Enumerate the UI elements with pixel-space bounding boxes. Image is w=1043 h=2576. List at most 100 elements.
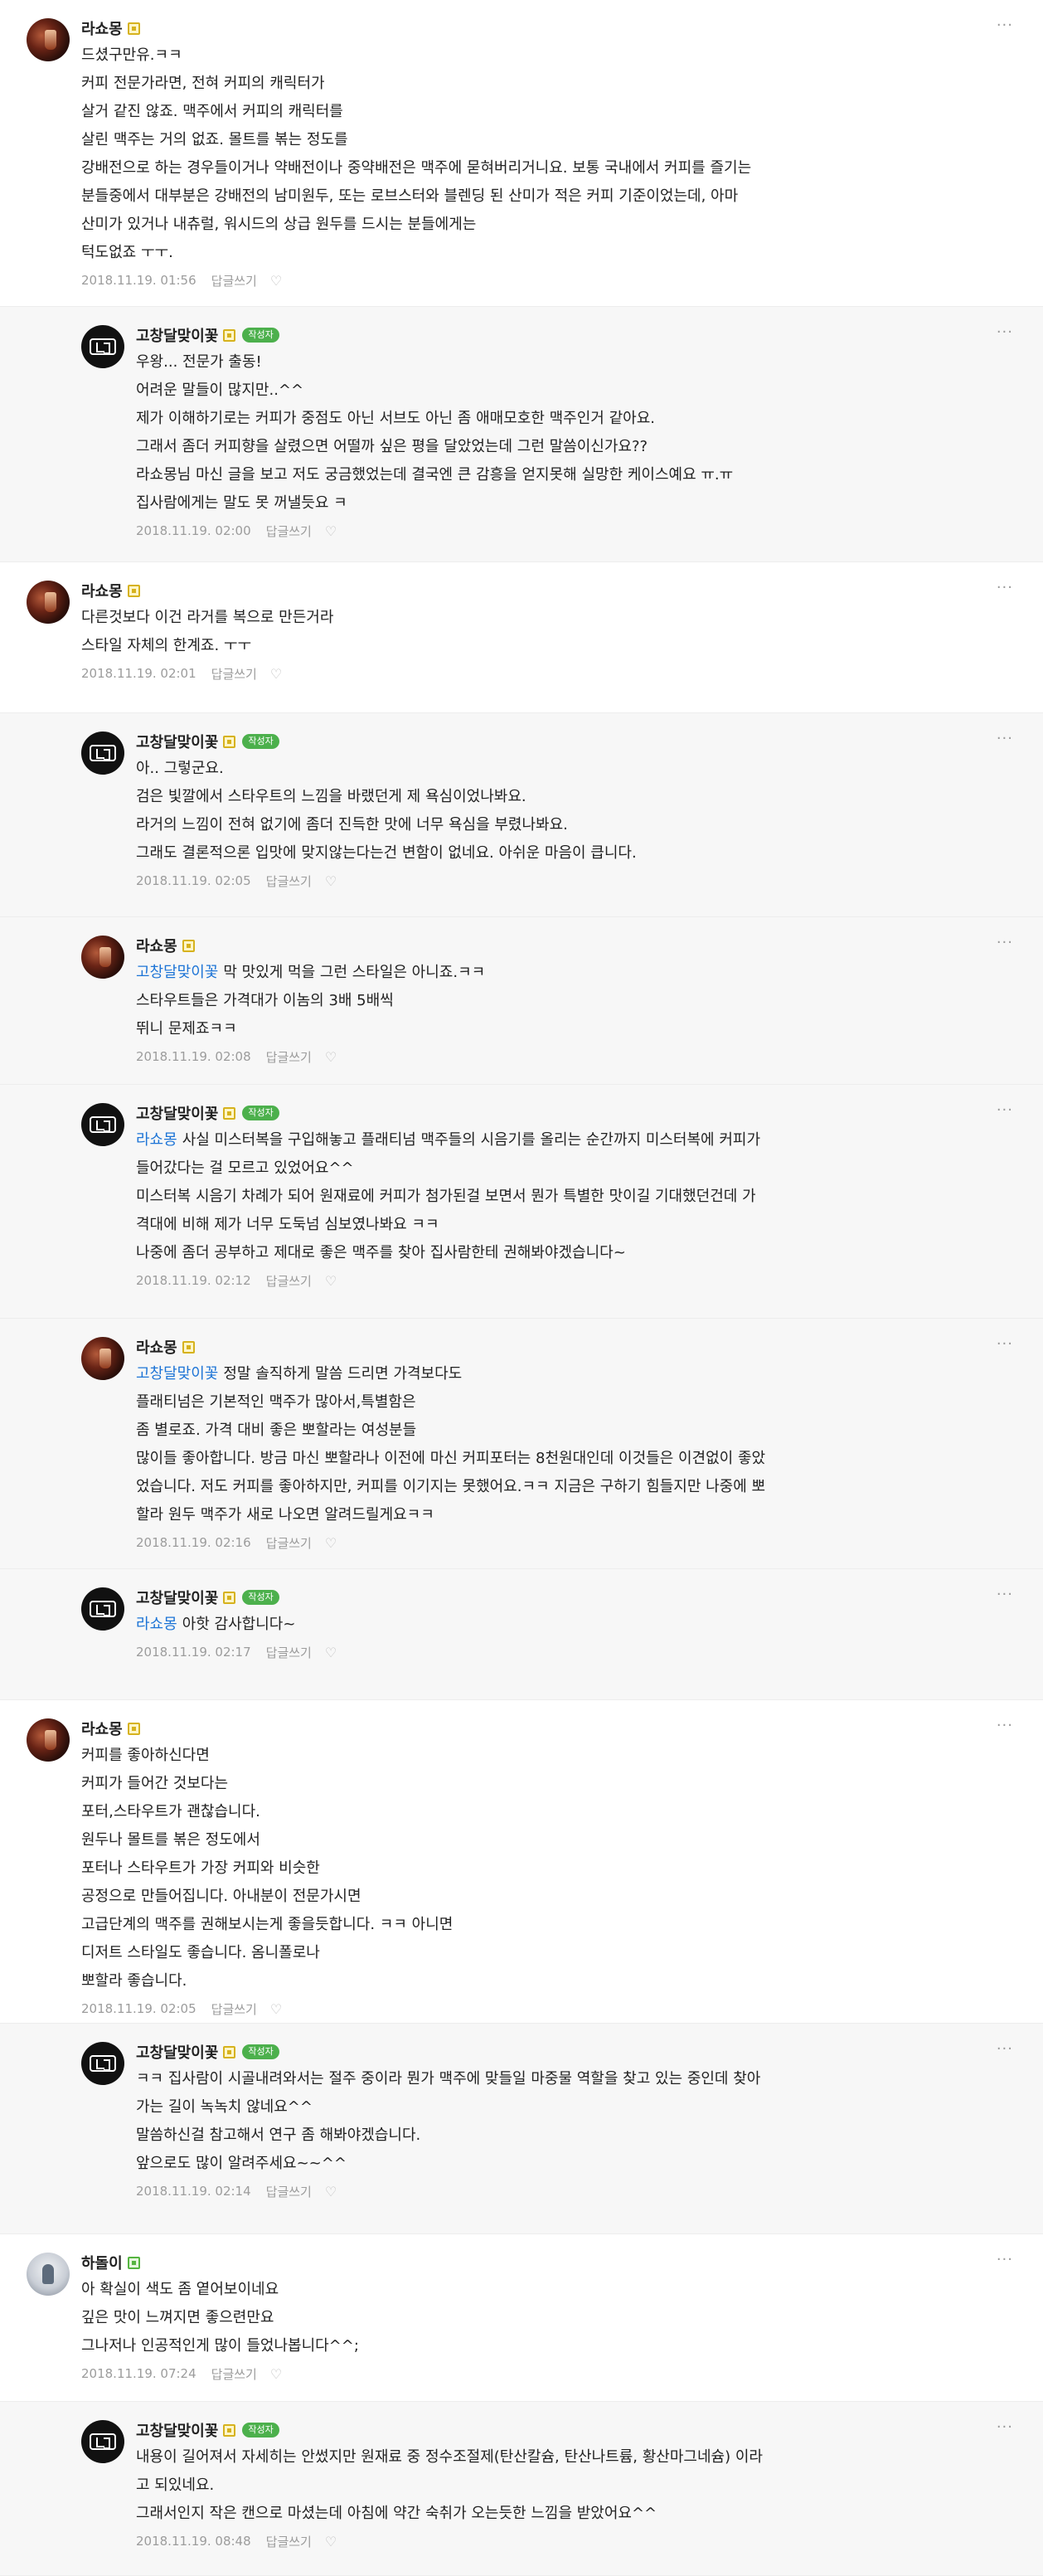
comment-line-text: 정말 솔직하게 말씀 드리면 가격보다도 xyxy=(223,1365,463,1383)
nickname[interactable]: 고창달맞이꽃 xyxy=(136,731,218,752)
level-icon xyxy=(223,2423,236,2437)
comment-line: 커피 전문가라면, 전혀 커피의 캐릭터가 xyxy=(81,70,751,98)
comment-line-text: 커피를 좋아하신다면 xyxy=(81,1747,210,1764)
reply-button[interactable]: 답글쓰기 xyxy=(211,2000,257,2018)
avatar-logo xyxy=(90,745,116,761)
mention-link[interactable]: 라쇼몽 xyxy=(136,1616,177,1633)
avatar[interactable] xyxy=(81,936,124,979)
avatar[interactable] xyxy=(27,581,70,624)
more-options-icon[interactable]: ··· xyxy=(997,1717,1013,1734)
reply-button[interactable]: 답글쓰기 xyxy=(211,272,257,289)
avatar[interactable] xyxy=(81,2420,124,2463)
comment-text: 고창달맞이꽃 정말 솔직하게 말씀 드리면 가격보다도 플래티넘은 기본적인 맥주가… xyxy=(136,1360,765,1529)
mention-link[interactable]: 라쇼몽 xyxy=(136,1131,177,1149)
nickname[interactable]: 고창달맞이꽃 xyxy=(136,1587,218,1608)
comment-line-text: 그나저나 인공적인게 많이 들었나봅니다^^; xyxy=(81,2337,359,2355)
nickname[interactable]: 고창달맞이꽃 xyxy=(136,2419,218,2441)
nickname[interactable]: 라쇼몽 xyxy=(81,1718,123,1739)
more-options-icon[interactable]: ··· xyxy=(997,2040,1013,2058)
reply-button[interactable]: 답글쓰기 xyxy=(266,872,312,890)
like-heart-icon[interactable]: ♡ xyxy=(325,523,337,539)
mention-link[interactable]: 고창달맞이꽃 xyxy=(136,964,218,981)
nickname[interactable]: 라쇼몽 xyxy=(81,580,123,601)
avatar[interactable] xyxy=(81,2042,124,2085)
level-icon xyxy=(182,1340,195,1354)
comment-line-text: 좀 별로죠. 가격 대비 좋은 뽀할라는 여성분들 xyxy=(136,1422,417,1439)
more-options-icon[interactable]: ··· xyxy=(997,579,1013,596)
avatar-logo xyxy=(90,1116,116,1133)
level-icon xyxy=(182,939,195,952)
comment-line-text: 사실 미스터복을 구입해놓고 플래티넘 맥주들의 시음기를 올리는 순간까지 미… xyxy=(182,1131,761,1149)
nickname[interactable]: 라쇼몽 xyxy=(136,935,177,956)
avatar[interactable] xyxy=(81,1587,124,1631)
avatar[interactable] xyxy=(81,325,124,368)
more-options-icon[interactable]: ··· xyxy=(997,1101,1013,1119)
nickname[interactable]: 라쇼몽 xyxy=(136,1336,177,1358)
mention-link[interactable]: 고창달맞이꽃 xyxy=(136,1365,218,1383)
like-heart-icon[interactable]: ♡ xyxy=(325,2184,337,2199)
comment-line: 그래서인지 작은 캔으로 마셨는데 아침에 약간 숙취가 오는듯한 느낌을 받았… xyxy=(136,2500,763,2528)
comment-header: 라쇼몽 xyxy=(81,581,140,600)
more-options-icon[interactable]: ··· xyxy=(997,2418,1013,2436)
more-options-icon[interactable]: ··· xyxy=(997,1586,1013,1603)
like-heart-icon[interactable]: ♡ xyxy=(325,1049,337,1065)
comment-line: 격대에 비해 제가 너무 도둑넘 심보였나봐요 ㅋㅋ xyxy=(136,1211,760,1239)
comment-meta: 2018.11.19. 02:05 답글쓰기 ♡ xyxy=(81,2000,282,2017)
more-options-icon[interactable]: ··· xyxy=(997,17,1013,34)
avatar[interactable] xyxy=(81,1103,124,1146)
more-options-icon[interactable]: ··· xyxy=(997,730,1013,747)
comment-text: 아 확실이 색도 좀 옅어보이네요 깊은 맛이 느껴지면 좋으련만요 그나저나 인공… xyxy=(81,2276,359,2360)
reply-button[interactable]: 답글쓰기 xyxy=(266,1048,312,1066)
comment-line-text: 었습니다. 저도 커피를 좋아하지만, 커피를 이기지는 못했어요.ㅋㅋ 지금은… xyxy=(136,1478,766,1495)
like-heart-icon[interactable]: ♡ xyxy=(325,873,337,889)
reply-button[interactable]: 답글쓰기 xyxy=(266,1534,312,1552)
comment-line: 내용이 길어져서 자세히는 안썼지만 원재료 중 정수조절제(탄산칼슘, 탄산나… xyxy=(136,2443,763,2472)
avatar[interactable] xyxy=(27,18,70,61)
comment-item: 라쇼몽 ··· 고창달맞이꽃 정말 솔직하게 말씀 드리면 가격보다도 플래티넘은 기본… xyxy=(0,1319,1043,1569)
avatar-logo xyxy=(90,338,116,355)
reply-button[interactable]: 답글쓰기 xyxy=(266,1272,312,1290)
avatar[interactable] xyxy=(81,1337,124,1380)
comment-line-text: 말씀하신걸 참고해서 연구 좀 해봐야겠습니다. xyxy=(136,2126,421,2144)
comment-line: 커피를 좋아하신다면 xyxy=(81,1742,453,1770)
avatar[interactable] xyxy=(27,2253,70,2296)
like-heart-icon[interactable]: ♡ xyxy=(325,1535,337,1551)
comment-line: 그래도 결론적으론 입맛에 맞지않는다는건 변함이 없네요. 아쉬운 마음이 큽… xyxy=(136,839,637,868)
like-heart-icon[interactable]: ♡ xyxy=(325,1645,337,1660)
nickname[interactable]: 고창달맞이꽃 xyxy=(136,1102,218,1124)
reply-button[interactable]: 답글쓰기 xyxy=(266,2533,312,2550)
comment-meta: 2018.11.19. 02:12 답글쓰기 ♡ xyxy=(136,1272,337,1289)
nickname[interactable]: 하돌이 xyxy=(81,2252,123,2273)
nickname[interactable]: 라쇼몽 xyxy=(81,17,123,39)
more-options-icon[interactable]: ··· xyxy=(997,323,1013,341)
author-badge: 작성자 xyxy=(242,2044,279,2059)
reply-button[interactable]: 답글쓰기 xyxy=(211,665,257,683)
nickname[interactable]: 고창달맞이꽃 xyxy=(136,2041,218,2063)
like-heart-icon[interactable]: ♡ xyxy=(270,2001,282,2017)
like-heart-icon[interactable]: ♡ xyxy=(325,1273,337,1289)
avatar-image xyxy=(99,947,111,967)
comment-header: 라쇼몽 xyxy=(136,936,195,955)
comment-line: 원두나 몰트를 볶은 정도에서 xyxy=(81,1826,453,1854)
avatar[interactable] xyxy=(27,1718,70,1762)
comment-line: 스타일 자체의 한계죠. ㅜㅜ xyxy=(81,632,333,660)
reply-button[interactable]: 답글쓰기 xyxy=(266,2183,312,2200)
avatar[interactable] xyxy=(81,731,124,775)
comment-line: 고급단계의 맥주를 권해보시는게 좋을듯합니다. ㅋㅋ 아니면 xyxy=(81,1911,453,1939)
nickname[interactable]: 고창달맞이꽃 xyxy=(136,324,218,346)
reply-button[interactable]: 답글쓰기 xyxy=(266,522,312,540)
like-heart-icon[interactable]: ♡ xyxy=(325,2534,337,2549)
like-heart-icon[interactable]: ♡ xyxy=(270,2366,282,2382)
comment-line: 좀 별로죠. 가격 대비 좋은 뽀할라는 여성분들 xyxy=(136,1417,765,1445)
reply-button[interactable]: 답글쓰기 xyxy=(266,1644,312,1661)
more-options-icon[interactable]: ··· xyxy=(997,1335,1013,1353)
comment-header: 고창달맞이꽃 작성자 xyxy=(136,325,279,345)
like-heart-icon[interactable]: ♡ xyxy=(270,666,282,682)
more-options-icon[interactable]: ··· xyxy=(997,2251,1013,2268)
reply-button[interactable]: 답글쓰기 xyxy=(211,2365,257,2383)
comment-line: 그래서 좀더 커피향을 살렸으면 어떨까 싶은 평을 달았었는데 그런 말씀이신… xyxy=(136,433,733,461)
timestamp: 2018.11.19. 02:00 xyxy=(136,523,251,538)
comment-line: 라쇼몽 사실 미스터복을 구입해놓고 플래티넘 맥주들의 시음기를 올리는 순간까… xyxy=(136,1126,760,1154)
like-heart-icon[interactable]: ♡ xyxy=(270,273,282,289)
more-options-icon[interactable]: ··· xyxy=(997,934,1013,951)
